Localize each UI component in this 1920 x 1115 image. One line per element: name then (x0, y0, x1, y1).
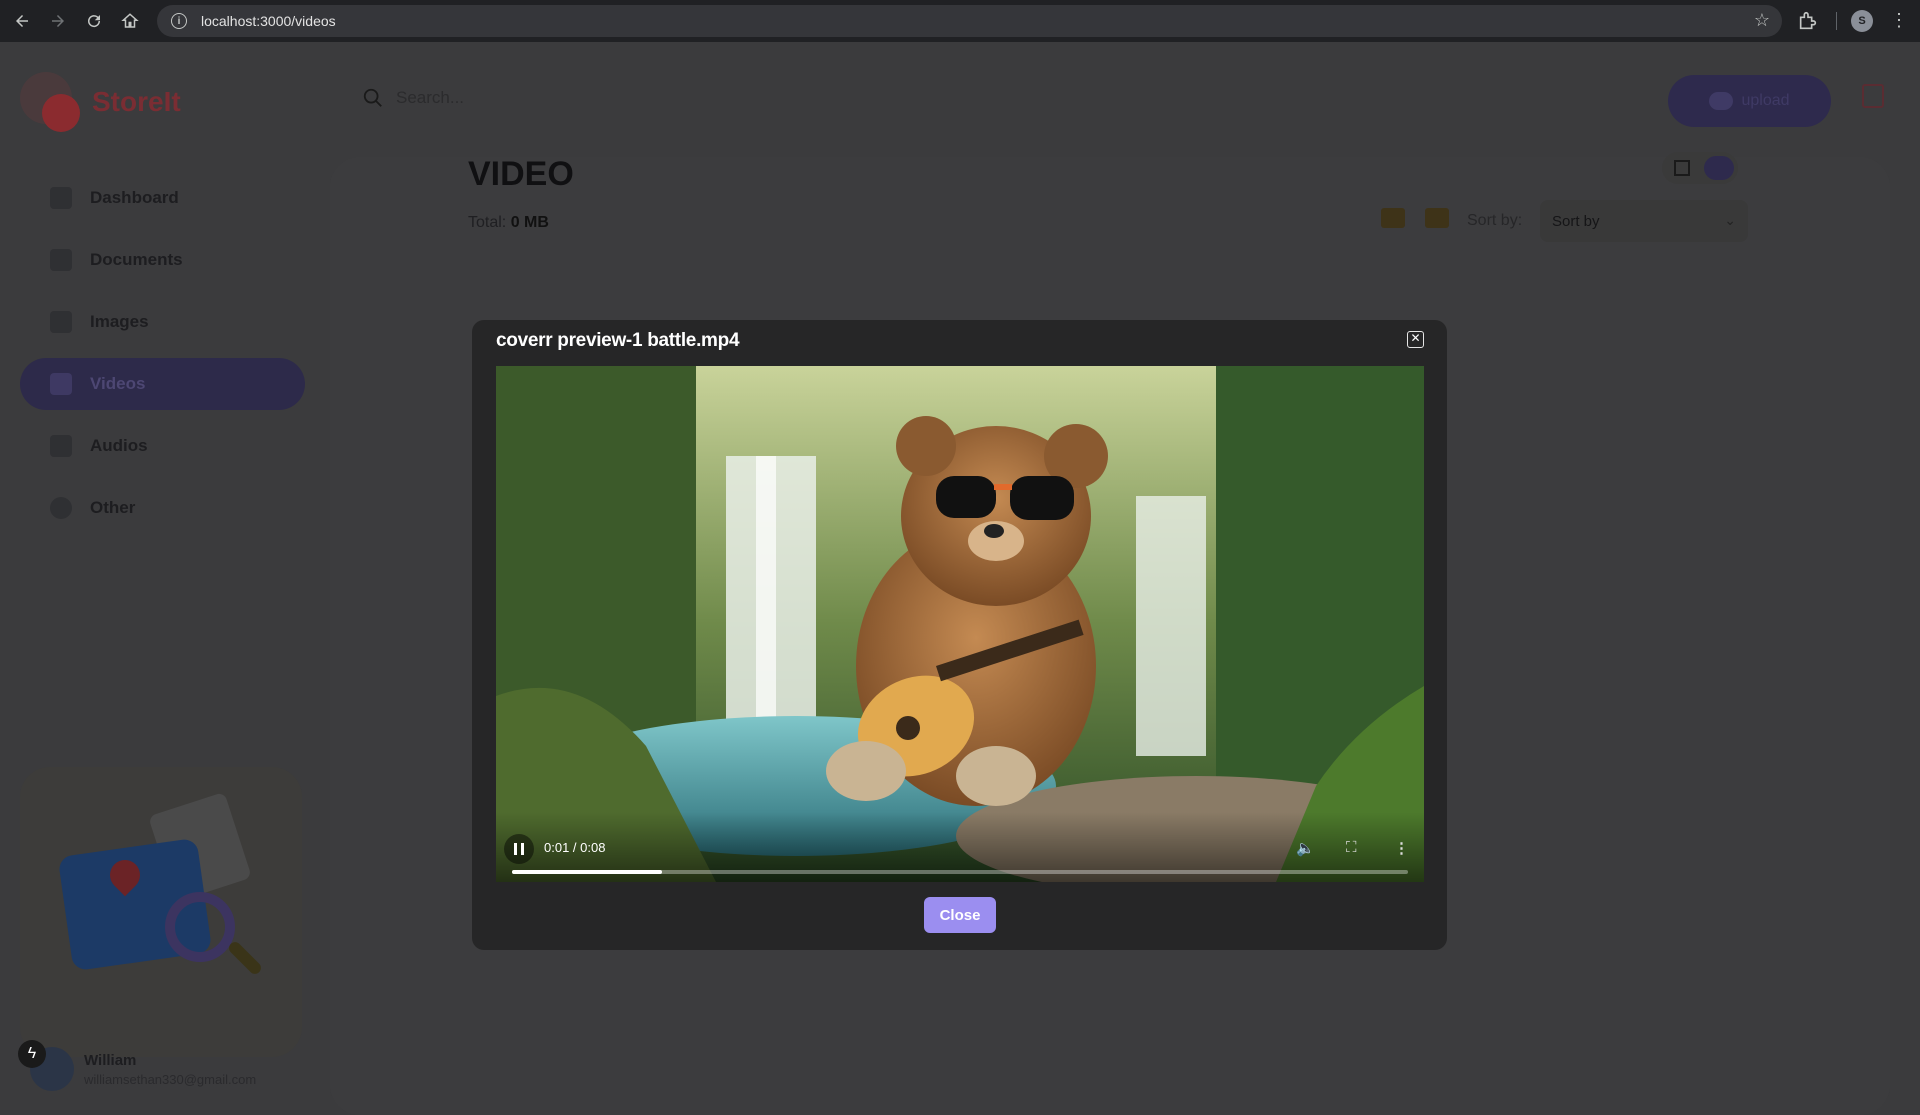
sidebar-item-dashboard[interactable]: Dashboard (20, 172, 305, 224)
search-icon (363, 88, 382, 107)
bookmark-star-icon[interactable]: ☆ (1754, 10, 1770, 31)
brand-logo[interactable]: StoreIt (20, 72, 181, 132)
forward-icon[interactable] (40, 3, 76, 39)
logout-icon[interactable] (1862, 84, 1884, 108)
fullscreen-icon[interactable]: ⛶ (1346, 839, 1357, 856)
video-frame (496, 366, 1424, 882)
dialog-title: coverr preview-1 battle.mp4 (496, 330, 740, 351)
sidebar-item-documents[interactable]: Documents (20, 234, 305, 286)
brand-name: StoreIt (92, 86, 181, 117)
total-size: Total: 0 MB (468, 214, 549, 232)
logo-icon (20, 72, 80, 132)
profile-avatar[interactable]: S (1851, 10, 1873, 32)
grid-view-icon (1674, 160, 1690, 176)
video-progress-bar[interactable] (512, 870, 1408, 874)
pause-button[interactable] (504, 834, 534, 864)
site-info-icon[interactable]: i (171, 13, 187, 29)
page-title: VIDEO (468, 155, 574, 193)
sidebar-item-videos[interactable]: Videos (20, 358, 305, 410)
back-icon[interactable] (4, 3, 40, 39)
user-email: williamsethan330@gmail.com (84, 1071, 257, 1087)
toolbar-divider (1836, 12, 1837, 30)
total-value: 0 MB (510, 214, 549, 231)
toggle-knob (1704, 156, 1734, 180)
reload-icon[interactable] (76, 3, 112, 39)
sort-value: Sort by (1552, 212, 1600, 230)
home-icon[interactable] (112, 3, 148, 39)
user-profile[interactable]: William williamsethan330@gmail.com (30, 1047, 256, 1091)
sidebar-item-label: Images (90, 312, 149, 331)
sidebar-item-other[interactable]: Other (20, 482, 305, 534)
search-input[interactable]: Search... (396, 88, 464, 108)
dashboard-icon (50, 187, 72, 209)
sidebar-item-images[interactable]: Images (20, 296, 305, 348)
sidebar-item-label: Audios (90, 436, 148, 455)
browser-menu-icon[interactable]: ⋮ (1890, 10, 1908, 31)
bolt-icon[interactable]: ϟ (18, 1040, 46, 1068)
magnifier-illustration (165, 892, 235, 962)
browser-toolbar: i localhost:3000/videos ☆ S ⋮ (0, 0, 1920, 42)
url-text: localhost:3000/videos (201, 13, 336, 29)
sort-label: Sort by: (1467, 212, 1523, 229)
document-icon (50, 249, 72, 271)
search-bar[interactable]: Search... (350, 70, 820, 126)
address-bar[interactable]: i localhost:3000/videos ☆ (157, 5, 1782, 37)
volume-icon[interactable]: 🔈 (1296, 839, 1315, 857)
sort-select[interactable]: Sort by ⌄ (1540, 200, 1748, 242)
upload-label: upload (1741, 92, 1790, 109)
more-options-icon[interactable]: ⋮ (1394, 839, 1409, 857)
sidebar: StoreIt Dashboard Documents Images Video… (0, 42, 330, 1115)
sidebar-item-audios[interactable]: Audios (20, 420, 305, 472)
cloud-upload-icon (1709, 92, 1734, 110)
sidebar-item-label: Dashboard (90, 188, 179, 207)
close-icon[interactable]: ✕ (1407, 331, 1424, 348)
sidebar-item-label: Videos (90, 374, 146, 393)
sidebar-item-label: Documents (90, 250, 183, 269)
folder-icon[interactable] (1425, 208, 1449, 228)
video-progress-fill (512, 870, 662, 874)
video-player[interactable]: 0:01 / 0:08 🔈 ⛶ ⋮ (496, 366, 1424, 882)
upload-button[interactable]: upload (1668, 75, 1831, 127)
close-button[interactable]: Close (924, 897, 996, 933)
image-icon (50, 311, 72, 333)
chevron-down-icon: ⌄ (1724, 212, 1736, 228)
user-name: William (84, 1051, 137, 1069)
total-label: Total: (468, 214, 507, 231)
video-icon (50, 373, 72, 395)
new-folder-icon[interactable] (1381, 208, 1405, 228)
extensions-icon[interactable] (1797, 10, 1819, 32)
sidebar-item-label: Other (90, 498, 136, 517)
view-toggle[interactable] (1662, 152, 1738, 184)
pie-chart-icon (50, 497, 72, 519)
video-timecode: 0:01 / 0:08 (544, 840, 606, 855)
audio-icon (50, 435, 72, 457)
video-controls: 0:01 / 0:08 🔈 ⛶ ⋮ (496, 812, 1424, 882)
